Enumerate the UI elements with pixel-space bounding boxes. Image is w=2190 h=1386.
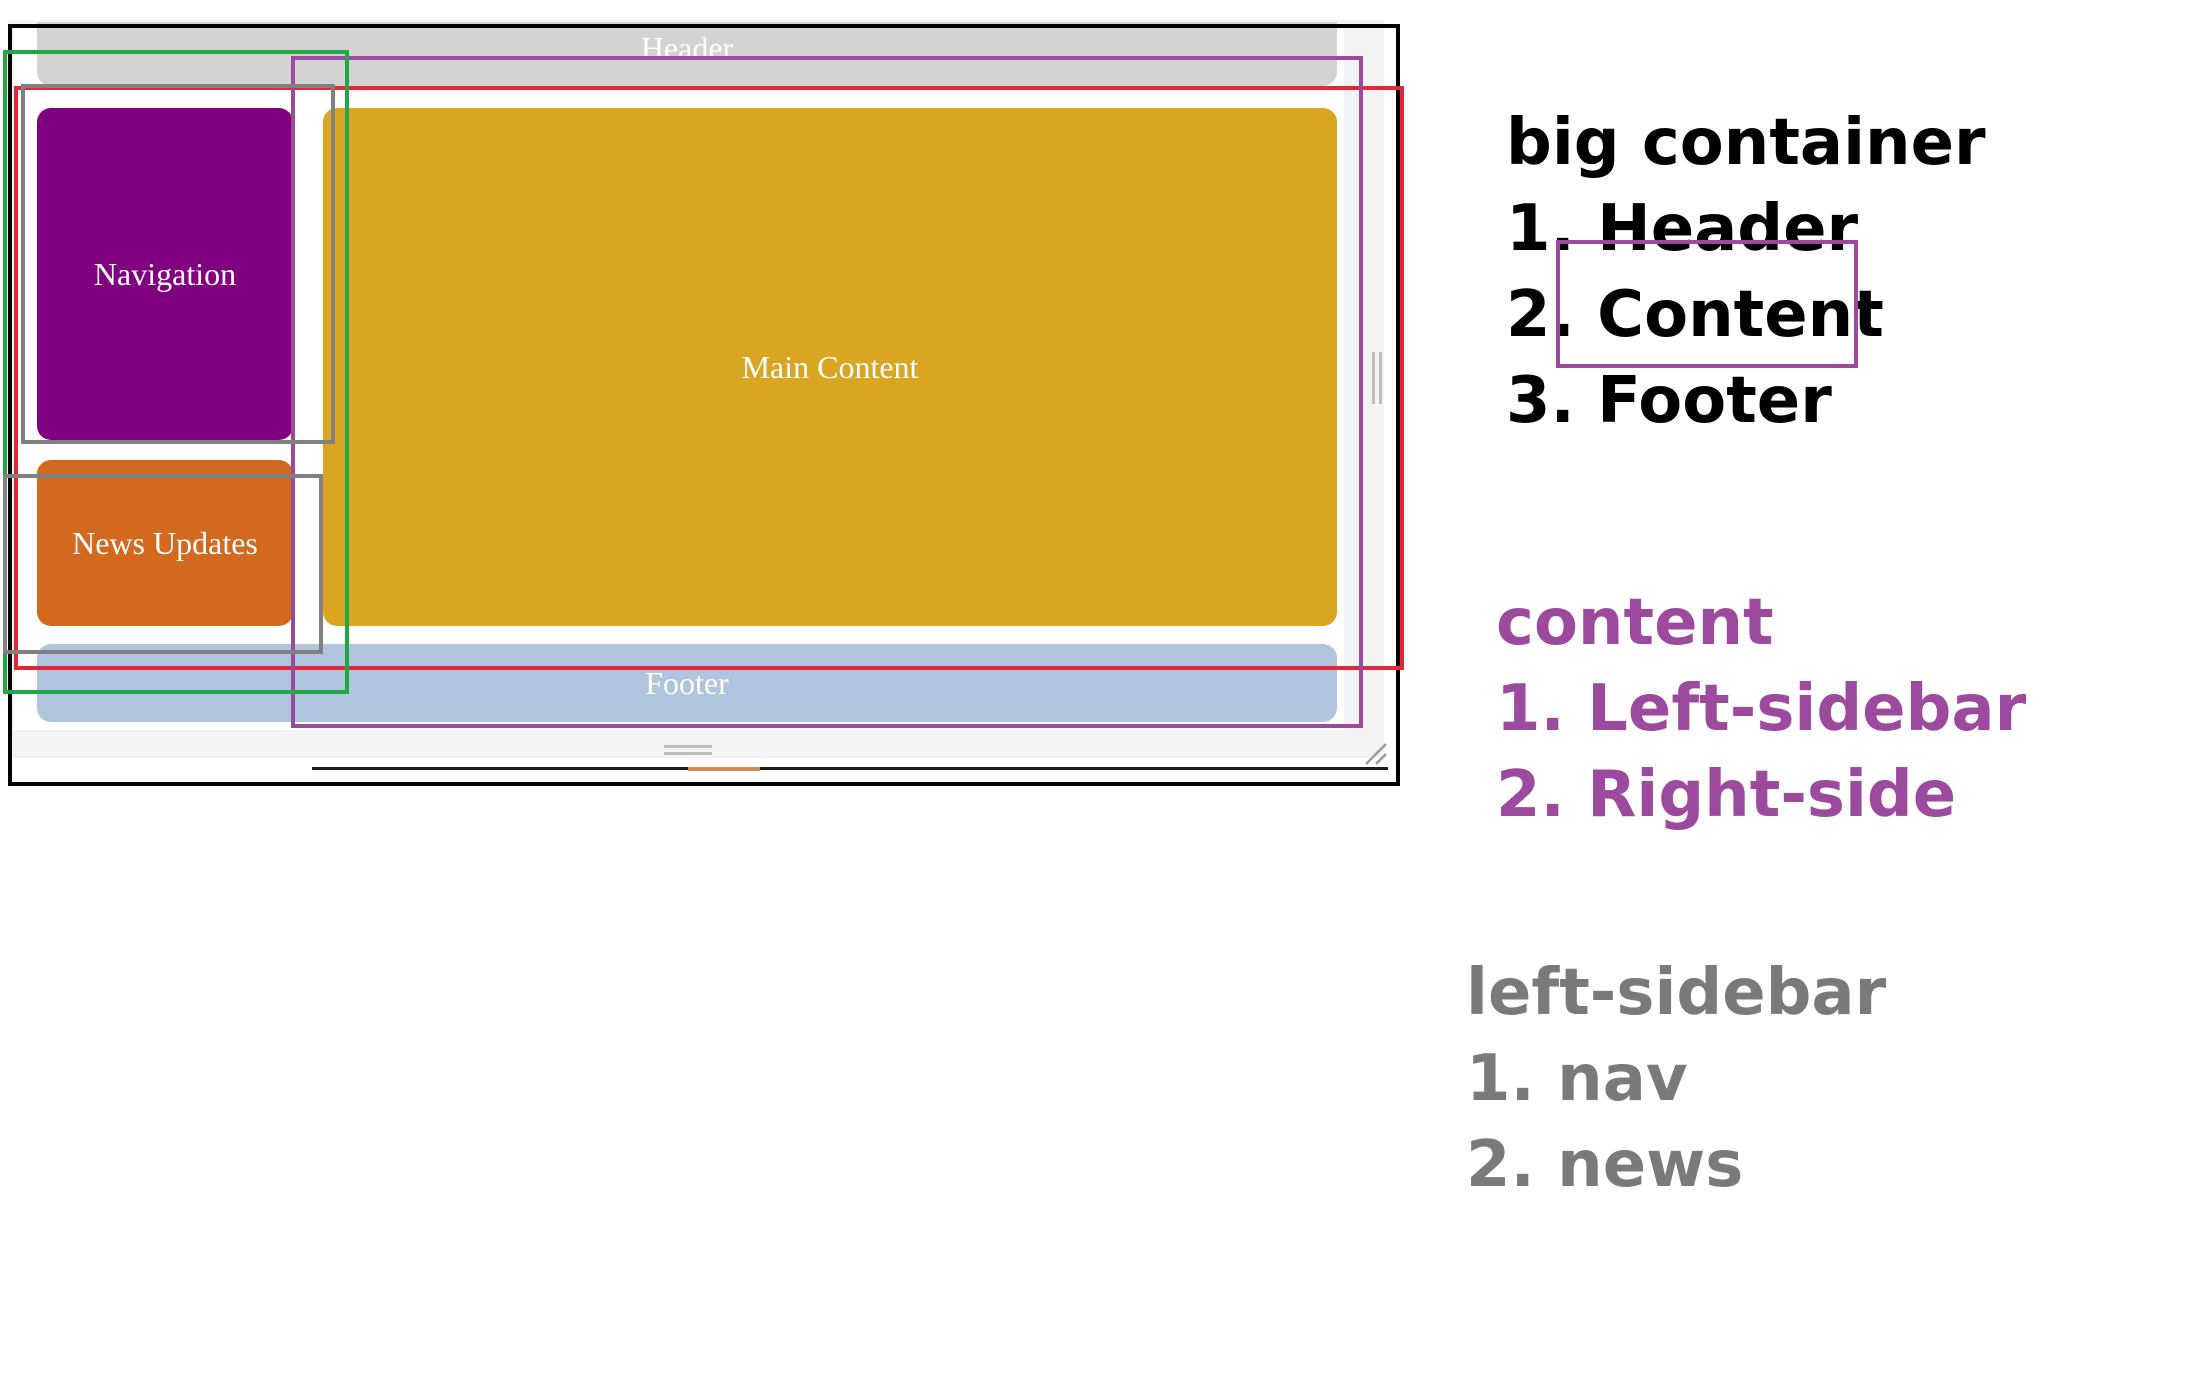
content-legend: content 1. Left-sidebar 2. Right-side — [1496, 580, 2026, 838]
legend-item: 1. nav — [1466, 1042, 1688, 1116]
legend-title: big container — [1506, 106, 1986, 180]
content-highlight-outline — [1556, 240, 1858, 368]
nav-outline — [21, 84, 335, 444]
legend-item: 2. Right-side — [1496, 758, 1957, 832]
legend-title: left-sidebar — [1466, 956, 1887, 1030]
news-outline — [3, 474, 323, 654]
legend-title: content — [1496, 586, 1774, 660]
legend-item: 2. news — [1466, 1128, 1744, 1202]
legend-item: 3. Footer — [1506, 364, 1832, 438]
right-side-outline — [291, 56, 1363, 728]
legend-item: 1. Left-sidebar — [1496, 672, 2027, 746]
left-sidebar-legend: left-sidebar 1. nav 2. news — [1466, 950, 1886, 1208]
